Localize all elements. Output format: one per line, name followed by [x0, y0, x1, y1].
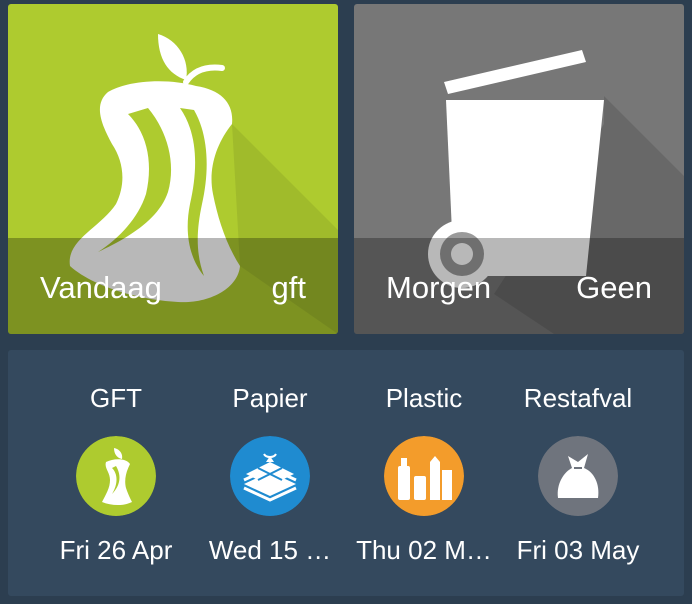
garbage-bag-icon	[538, 436, 618, 516]
tomorrow-tile[interactable]: Morgen Geen	[354, 4, 684, 334]
tomorrow-type-label: Geen	[576, 270, 652, 305]
pickup-date: Fri 26 Apr	[59, 535, 173, 565]
today-tile[interactable]: Vandaag gft	[8, 4, 338, 334]
waste-type-label: Restafval	[523, 383, 633, 413]
pickup-date: Fri 03 May	[516, 535, 640, 565]
pickup-date: Wed 15 …	[208, 535, 332, 565]
today-day-label: Vandaag	[40, 270, 162, 305]
schedule-item-gft[interactable]: GFT Fri 26 Apr	[38, 350, 194, 596]
today-type-label: gft	[271, 270, 306, 305]
pickup-date: Thu 02 M…	[356, 535, 492, 565]
plastic-bottles-icon	[384, 436, 464, 516]
apple-core-icon	[76, 436, 156, 516]
schedule-item-papier[interactable]: Papier Wed 15 …	[192, 350, 348, 596]
waste-type-label: Plastic	[385, 383, 463, 413]
schedule-item-plastic[interactable]: Plastic Thu 02 M…	[346, 350, 502, 596]
schedule-item-restafval[interactable]: Restafval Fri 03 May	[500, 350, 656, 596]
paper-stack-icon	[230, 436, 310, 516]
waste-type-label: GFT	[90, 383, 142, 413]
tomorrow-day-label: Morgen	[386, 270, 492, 305]
schedule-panel: GFT Fri 26 Apr Papier Wed 15 … Plastic T…	[8, 350, 684, 596]
waste-type-label: Papier	[232, 383, 308, 413]
